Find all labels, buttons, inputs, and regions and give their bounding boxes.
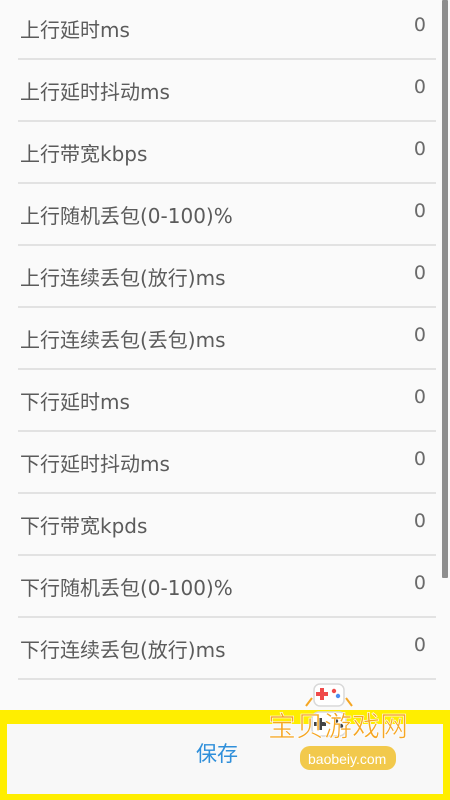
setting-value: 0 (413, 386, 426, 408)
setting-row[interactable]: 上行延时抖动ms 0 (0, 57, 450, 122)
setting-value: 0 (413, 324, 426, 346)
setting-row[interactable]: 上行连续丢包(丢包)ms 0 (0, 305, 450, 370)
watermark-url: baobeiy.com (308, 751, 386, 767)
settings-list[interactable]: 上行延时ms 0 上行延时抖动ms 0 上行带宽kbps 0 上行随机丢包(0-… (0, 0, 450, 710)
setting-value: 0 (413, 572, 426, 594)
setting-label: 上行连续丢包(放行)ms (20, 266, 226, 290)
watermark-title: 宝贝游戏网 (268, 711, 408, 742)
setting-row[interactable]: 下行连续丢包(放行)ms 0 (0, 615, 450, 680)
setting-row[interactable]: 下行延时ms 0 (0, 367, 450, 432)
setting-value: 0 (413, 14, 426, 36)
setting-value: 0 (413, 634, 426, 656)
yellow-frame-right (443, 710, 450, 800)
setting-label: 上行延时抖动ms (20, 80, 170, 104)
setting-value: 0 (413, 138, 426, 160)
save-button[interactable]: 保存 (196, 738, 238, 768)
setting-label: 下行随机丢包(0-100)% (20, 576, 233, 600)
setting-row[interactable]: 下行带宽kpds 0 (0, 491, 450, 556)
setting-label: 下行带宽kpds (20, 514, 148, 538)
yellow-frame-bottom (0, 794, 450, 800)
setting-row[interactable]: 上行连续丢包(放行)ms 0 (0, 243, 450, 308)
setting-row[interactable]: 上行延时ms 0 (0, 0, 450, 60)
setting-value: 0 (413, 510, 426, 532)
setting-value: 0 (413, 76, 426, 98)
setting-label: 上行带宽kbps (20, 142, 148, 166)
setting-label: 下行延时ms (20, 390, 130, 414)
setting-row[interactable]: 上行带宽kbps 0 (0, 119, 450, 184)
scrollbar-thumb[interactable] (442, 0, 448, 578)
yellow-frame-left (0, 710, 7, 800)
setting-row[interactable]: 下行延时抖动ms 0 (0, 429, 450, 494)
setting-label: 上行连续丢包(丢包)ms (20, 328, 226, 352)
setting-label: 上行延时ms (20, 18, 130, 42)
setting-value: 0 (413, 262, 426, 284)
watermark-logo: 宝贝游戏网 baobeiy.com (268, 683, 408, 770)
setting-label: 上行随机丢包(0-100)% (20, 204, 233, 228)
setting-row[interactable]: 上行随机丢包(0-100)% 0 (0, 181, 450, 246)
setting-label: 下行连续丢包(放行)ms (20, 638, 226, 662)
setting-row[interactable]: 下行随机丢包(0-100)% 0 (0, 553, 450, 618)
setting-label: 下行延时抖动ms (20, 452, 170, 476)
setting-value: 0 (413, 200, 426, 222)
setting-value: 0 (413, 448, 426, 470)
